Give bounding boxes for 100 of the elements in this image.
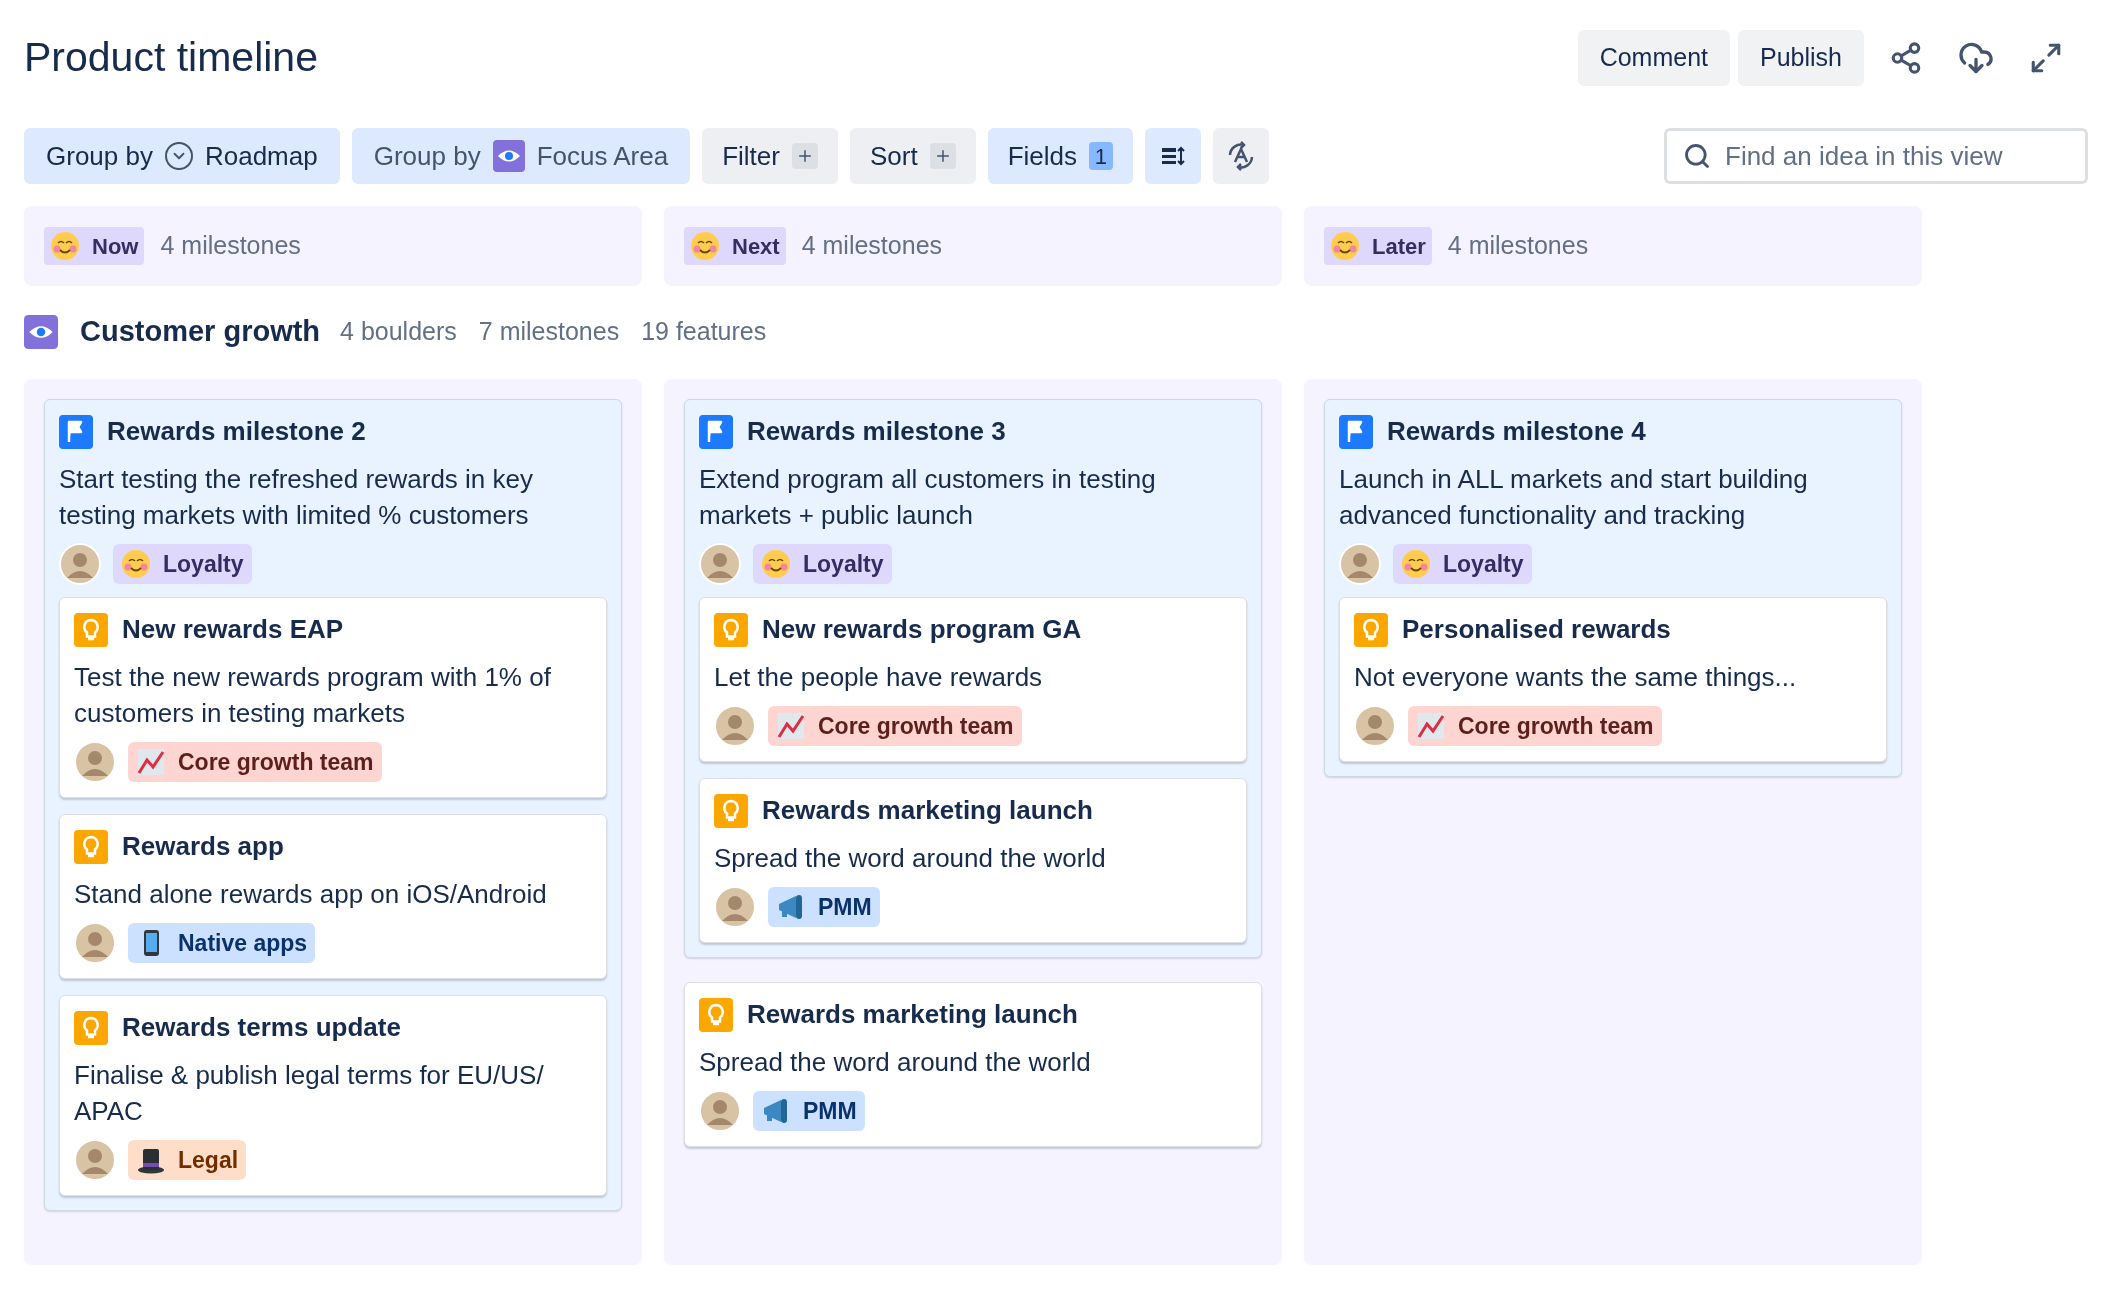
feature-title: Rewards marketing launch bbox=[762, 794, 1093, 827]
lightbulb-icon bbox=[714, 793, 748, 828]
milestone-description: Launch in ALL markets and start building advanced functionality and tracking bbox=[1339, 463, 1809, 532]
group-title: Customer growth bbox=[80, 314, 321, 350]
search-field[interactable]: Find an idea in this view bbox=[1664, 128, 2088, 184]
milestone-description: Start testing the refreshed rewards in key testing markets with limited % customers bbox=[59, 463, 534, 532]
milestone-count: 4 milestones bbox=[801, 230, 943, 262]
plus-icon bbox=[791, 143, 818, 169]
group-by-value: Roadmap bbox=[204, 139, 318, 173]
tag: Core growth team bbox=[768, 706, 1022, 746]
feature-description: Spread the word around the world bbox=[714, 842, 1107, 875]
lightbulb-icon bbox=[714, 612, 748, 647]
avatar bbox=[1339, 543, 1381, 585]
smiling-face-icon bbox=[121, 549, 151, 579]
feature-description: Let the people have rewards bbox=[714, 661, 1044, 694]
translate-button[interactable] bbox=[1213, 128, 1269, 184]
group-by-button[interactable]: Group by Focus Area bbox=[351, 128, 691, 184]
milestone-title: Rewards milestone 2 bbox=[107, 415, 366, 448]
milestone-description: Extend program all customers in testing markets + public launch bbox=[699, 463, 1157, 532]
milestone-title: Rewards milestone 3 bbox=[747, 415, 1006, 448]
tag: Core growth team bbox=[1408, 706, 1662, 746]
avatar bbox=[74, 1139, 116, 1181]
avatar bbox=[74, 741, 116, 783]
action-button[interactable]: Publish bbox=[1738, 30, 1864, 86]
avatar bbox=[699, 543, 741, 585]
milestone-title: Rewards milestone 4 bbox=[1387, 415, 1646, 448]
toolbar-button[interactable]: Sort bbox=[849, 128, 976, 184]
tag: Loyalty bbox=[753, 544, 892, 584]
chart-up-icon bbox=[136, 747, 166, 777]
search-input[interactable]: Find an idea in this view bbox=[1725, 136, 2069, 176]
avatar bbox=[714, 705, 756, 747]
feature-title: Rewards app bbox=[122, 830, 284, 863]
flag-icon bbox=[1339, 414, 1373, 449]
feature-description: Finalise & publish legal terms for EU/US/ APAC bbox=[74, 1059, 545, 1128]
feature-description: Stand alone rewards app on iOS/Android bbox=[74, 878, 548, 911]
tag: Loyalty bbox=[1393, 544, 1532, 584]
smiling-face-icon bbox=[50, 231, 80, 261]
flag-icon bbox=[59, 414, 93, 449]
cloud-download-icon bbox=[1958, 40, 1994, 76]
lightbulb-icon bbox=[699, 997, 733, 1032]
milestone-card[interactable] bbox=[684, 399, 1262, 958]
feature-card[interactable]: New rewards EAP Test the new rewards program with 1% of customers in testing markets Core growth team bbox=[59, 597, 607, 798]
lightbulb-icon bbox=[1354, 612, 1388, 647]
avatar bbox=[74, 922, 116, 964]
page-title: Product timeline bbox=[24, 33, 318, 83]
chart-up-icon bbox=[1416, 711, 1446, 741]
feature-title: Rewards terms update bbox=[122, 1011, 401, 1044]
lightbulb-icon bbox=[74, 1010, 108, 1045]
feature-title: Personalised rewards bbox=[1402, 613, 1671, 646]
row-height-button[interactable] bbox=[1145, 128, 1201, 184]
group-by-button[interactable]: Group by Roadmap bbox=[24, 128, 340, 184]
tag: PMM bbox=[753, 1091, 865, 1131]
feature-title: Rewards marketing launch bbox=[747, 998, 1078, 1031]
feature-card[interactable]: Rewards marketing launch Spread the word around the world PMM bbox=[699, 778, 1247, 943]
feature-card[interactable]: New rewards program GA Let the people have rewards Core growth team bbox=[699, 597, 1247, 762]
search-icon bbox=[1683, 142, 1711, 170]
eye-icon bbox=[492, 140, 525, 172]
plus-icon bbox=[929, 143, 956, 169]
smiling-face-icon bbox=[761, 549, 791, 579]
avatar bbox=[714, 886, 756, 928]
share-icon bbox=[1889, 41, 1923, 75]
feature-title: New rewards EAP bbox=[122, 613, 344, 646]
group-stat: 4 boulders bbox=[340, 316, 457, 348]
eye-icon bbox=[24, 315, 58, 349]
feature-title: New rewards program GA bbox=[762, 613, 1082, 646]
smiling-face-icon bbox=[1401, 549, 1431, 579]
group-stat: 19 features bbox=[641, 316, 767, 348]
avatar bbox=[1354, 705, 1396, 747]
tag: PMM bbox=[768, 887, 880, 927]
count-badge: 1 bbox=[1089, 142, 1113, 170]
group-by-label: Group by bbox=[46, 139, 153, 173]
lightbulb-icon bbox=[74, 829, 108, 864]
phase-badge: Now bbox=[44, 227, 145, 265]
tag: Legal bbox=[128, 1140, 247, 1180]
expand-icon bbox=[2029, 41, 2063, 75]
milestone-count: 4 milestones bbox=[1447, 230, 1589, 262]
feature-description: Spread the word around the world bbox=[699, 1046, 1092, 1079]
feature-card[interactable]: Personalised rewards Not everyone wants the same things... Core growth team bbox=[1339, 597, 1887, 762]
avatar bbox=[699, 1090, 741, 1132]
tag: Loyalty bbox=[113, 544, 252, 584]
toolbar-button[interactable]: Filter bbox=[702, 128, 838, 184]
feature-card[interactable]: Rewards marketing launch Spread the word around the world PMM bbox=[684, 982, 1262, 1147]
avatar bbox=[59, 543, 101, 585]
feature-card[interactable]: Rewards app Stand alone rewards app on iOS/Android Native apps bbox=[59, 814, 607, 979]
fields-button[interactable]: Fields 1 bbox=[987, 128, 1133, 184]
action-button[interactable]: Comment bbox=[1577, 30, 1730, 86]
milestone-card[interactable]: Rewards milestone 4 Launch in ALL markets and start building advanced functionality and tracking Loyalty Personalised rewards Not everyone wants the same things... Core growth team bbox=[1324, 399, 1902, 777]
group-by-label: Group by bbox=[373, 139, 481, 173]
feature-description: Test the new rewards program with 1% of customers in testing markets bbox=[74, 661, 552, 730]
lightbulb-icon bbox=[74, 612, 108, 647]
tag: Native apps bbox=[128, 923, 316, 963]
tag: Core growth team bbox=[128, 742, 382, 782]
smiling-face-icon bbox=[690, 231, 720, 261]
smiling-face-icon bbox=[1330, 231, 1360, 261]
feature-description: Not everyone wants the same things... bbox=[1354, 661, 1798, 694]
phase-badge: Next bbox=[684, 227, 786, 265]
feature-card[interactable]: Rewards terms update Finalise & publish legal terms for EU/US/ APAC Legal bbox=[59, 995, 607, 1196]
flag-icon bbox=[699, 414, 733, 449]
group-stat: 7 milestones bbox=[478, 316, 620, 348]
chart-up-icon bbox=[776, 711, 806, 741]
